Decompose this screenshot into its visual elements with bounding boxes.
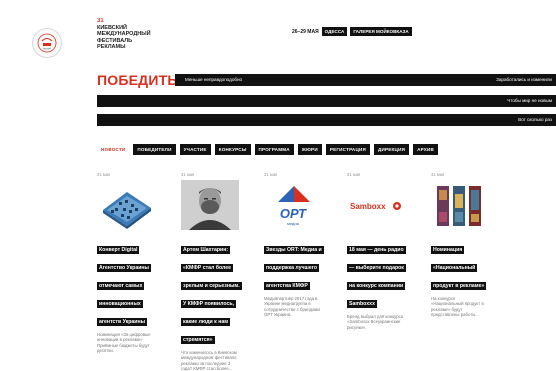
card-image-portrait[interactable]	[181, 180, 239, 230]
festival-dates: 26–29 МАЯ ОДЕССА ГАЛЕРЕЯ МОЙКОВКАЗА	[292, 27, 412, 36]
card-title[interactable]: Звезды ORT: Медиа и поддержка лучшего аг…	[264, 246, 324, 290]
card-date: 31 мая	[264, 172, 278, 177]
logo-emblem-icon	[37, 33, 57, 53]
card-date: 31 мая	[431, 172, 445, 177]
slogan-bar-2: Чтобы мир не новым	[97, 95, 556, 107]
page-headline: ПОБЕДИТЬ	[97, 72, 178, 88]
venue-city-pill[interactable]: ОДЕССА	[321, 27, 348, 36]
news-card[interactable]: 31 мая Конверт Digital Агентство Украины…	[97, 172, 159, 354]
news-card[interactable]: 31 мая Артем Шахтарин: «КМФР стал более …	[181, 172, 243, 371]
nav-item-contests[interactable]: КОНКУРСЫ	[214, 144, 251, 155]
ticker-left-text: Меньше неправдоподобно	[185, 77, 243, 82]
nav-item-directorate[interactable]: ДИРЕКЦИЯ	[374, 144, 410, 155]
news-card[interactable]: 31 мая Samboxx 18 мая — день радио — выб…	[347, 172, 409, 330]
card-date: 31 мая	[347, 172, 361, 177]
card-date: 31 мая	[181, 172, 195, 177]
headline-ticker-bar: Меньше неправдоподобно Заработались и из…	[175, 74, 556, 86]
card-date: 31 мая	[97, 172, 111, 177]
card-description: Что изменилось в Киевском международном …	[181, 350, 237, 371]
slogan-bar-3-text: Вот сколько раз	[518, 117, 552, 122]
ticker-right-text: Заработались и изменили	[496, 77, 552, 82]
card-title[interactable]: 18 мая — день радио — выберите подарок н…	[347, 246, 406, 308]
card-image-ort-logo[interactable]: ОРТ медиа	[264, 180, 322, 230]
nav-item-archive[interactable]: АРХИВ	[413, 144, 438, 155]
slogan-bar-3: Вот сколько раз	[97, 114, 556, 126]
nav-item-program[interactable]: ПРОГРАММА	[254, 144, 294, 155]
festival-number: 31	[97, 18, 104, 24]
slogan-bar-2-text: Чтобы мир не новым	[507, 98, 552, 103]
card-title[interactable]: Номинация «Национальный продукт в реклам…	[431, 246, 487, 290]
nav-item-participation[interactable]: УЧАСТИЕ	[179, 144, 211, 155]
card-description: На конкурсе «Национальный продукт в рекл…	[431, 296, 484, 318]
festival-line-4: РЕКЛАМЫ	[97, 44, 126, 51]
card-title[interactable]: Конверт Digital Агентство Украины отмеча…	[97, 246, 151, 326]
card-title[interactable]: Артем Шахтарин: «КМФР стал более зрелым …	[181, 246, 242, 344]
nav-item-winners[interactable]: ПОБЕДИТЕЛИ	[133, 144, 176, 155]
card-image-digital-pattern[interactable]	[97, 180, 155, 230]
nav-item-news[interactable]: НОВОСТИ	[97, 144, 129, 155]
card-description: Бренд выбрал для конкурса «Samboxxx Всеу…	[347, 314, 404, 330]
festival-line-3: ФЕСТИВАЛЬ	[97, 37, 133, 44]
svg-text:медиа: медиа	[287, 221, 299, 226]
venue-place-pill[interactable]: ГАЛЕРЕЯ МОЙКОВКАЗА	[350, 27, 412, 36]
card-image-posters[interactable]	[431, 180, 489, 230]
nav-item-registration[interactable]: РЕГИСТРАЦИЯ	[325, 144, 371, 155]
festival-name: 31 КИЕВСКИЙ МЕЖДУНАРОДНЫЙ ФЕСТИВАЛЬ РЕКЛ…	[97, 18, 151, 51]
news-card[interactable]: 31 мая ОРТ медиа Звезды ORT: Медиа и под…	[264, 172, 326, 318]
dates-text: 26–29 МАЯ	[292, 28, 319, 35]
festival-logo[interactable]	[32, 28, 62, 58]
svg-text:ОРТ: ОРТ	[280, 206, 307, 221]
news-card[interactable]: 31 мая Номинация «Национальный продукт в…	[431, 172, 493, 318]
main-nav: НОВОСТИ ПОБЕДИТЕЛИ УЧАСТИЕ КОНКУРСЫ ПРОГ…	[97, 144, 438, 155]
card-description: Номинация «За цифровые инновации в рекла…	[97, 332, 151, 354]
festival-line-2: МЕЖДУНАРОДНЫЙ	[97, 31, 151, 38]
card-description: Медиапартнёр 2017 года в Украине медиагр…	[264, 296, 320, 318]
svg-text:Samboxx: Samboxx	[350, 202, 386, 211]
card-image-brand-logo[interactable]: Samboxx	[347, 180, 405, 230]
nav-item-jury[interactable]: ЖЮРИ	[297, 144, 322, 155]
